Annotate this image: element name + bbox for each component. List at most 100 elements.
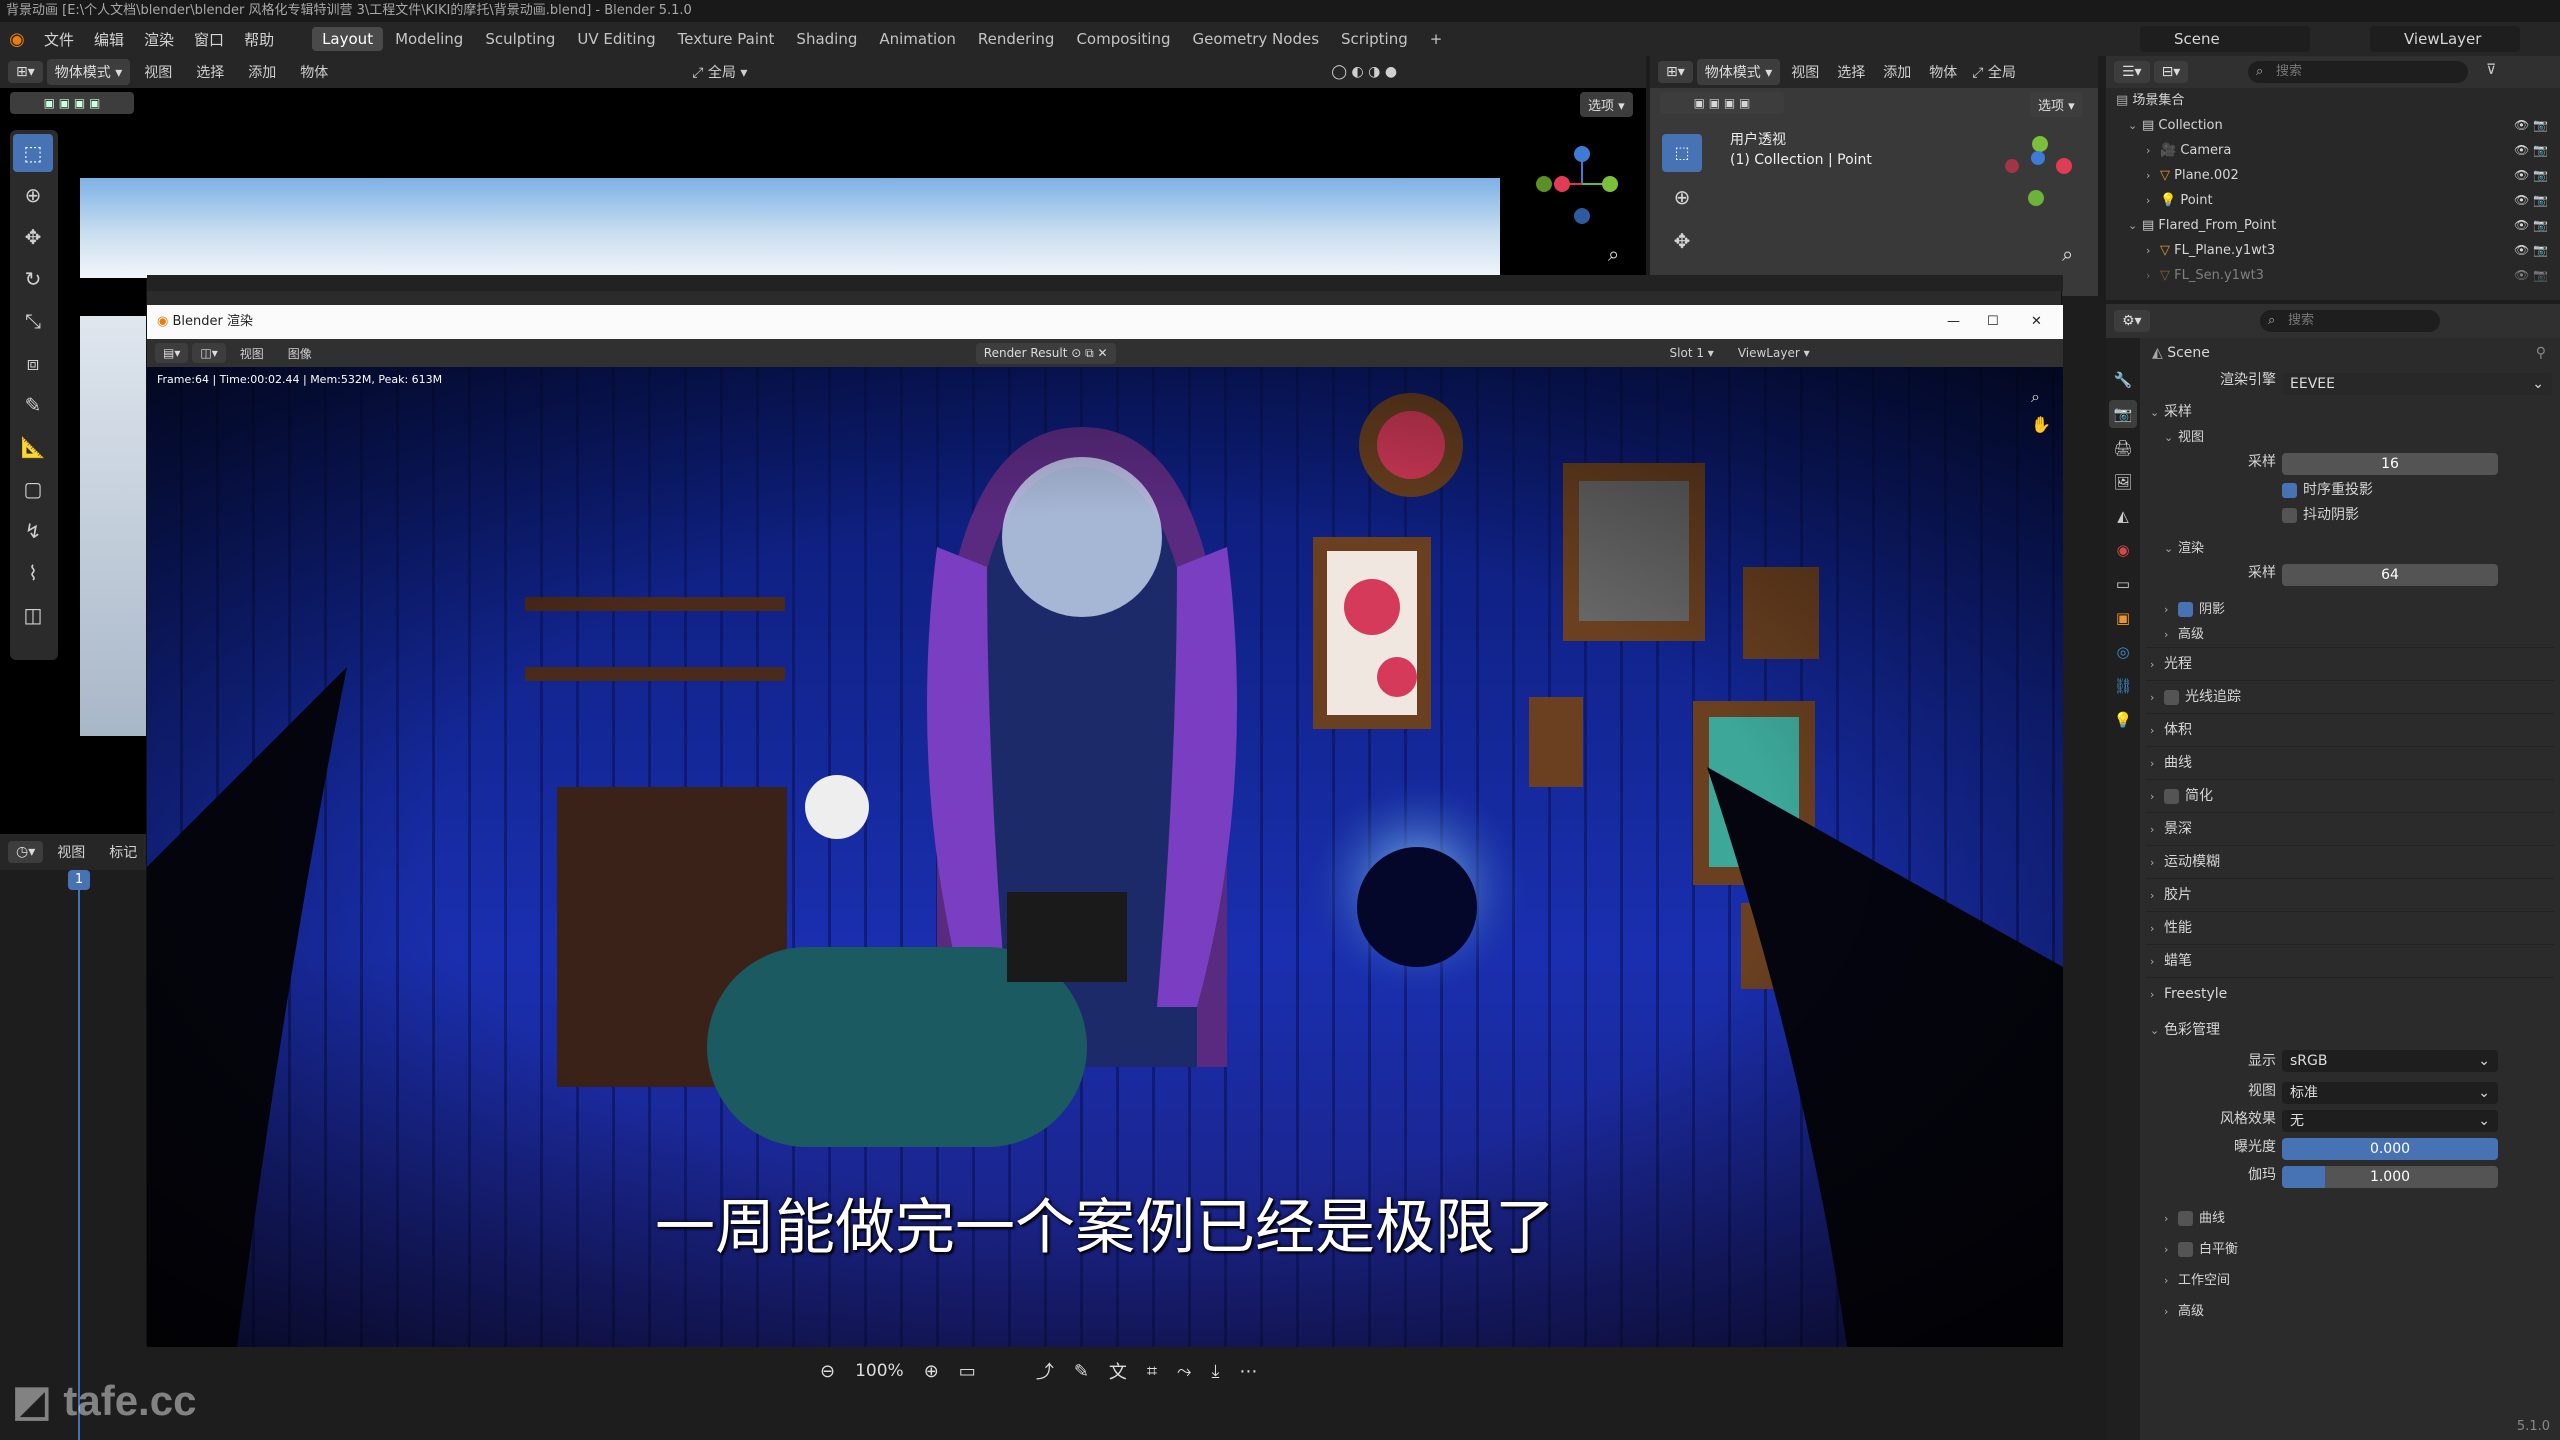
temporal-reprojection-checkbox[interactable]	[2282, 482, 2297, 498]
outliner-item[interactable]: › ▽ Plane.002 👁 📷	[2106, 163, 2560, 188]
slot-dropdown[interactable]: Slot 1 ▾	[1660, 346, 1724, 360]
expand-chevron-icon[interactable]: ⌄	[2128, 113, 2142, 138]
workspace-tab-geometry-nodes[interactable]: Geometry Nodes	[1182, 27, 1329, 51]
outliner-scene-collection[interactable]: ▤ 场景集合	[2106, 88, 2560, 113]
view-layer-tab[interactable]: 🖼	[2109, 468, 2137, 496]
gamma-slider[interactable]: 1.000	[2282, 1166, 2498, 1188]
minimize-button[interactable]: —	[1947, 305, 1960, 339]
menu-window[interactable]: 窗口	[184, 29, 234, 50]
workspace-tab-scripting[interactable]: Scripting	[1331, 27, 1418, 51]
output-properties-tab[interactable]: 🖨	[2109, 434, 2137, 462]
viewport2-menu-view[interactable]: 视图	[1784, 62, 1826, 82]
outliner-item[interactable]: › 💡 Point 👁 📷	[2106, 188, 2560, 213]
select-mode-buttons[interactable]: ▣ ▣ ▣ ▣	[10, 92, 134, 114]
object-properties-tab[interactable]: ▣	[2109, 604, 2137, 632]
add-object-tool[interactable]: ◫	[13, 596, 53, 634]
image-menu-view[interactable]: 视图	[230, 345, 274, 362]
panel-header[interactable]: › 运动模糊	[2146, 845, 2554, 878]
render-subpanel-header[interactable]: ⌄ 渲染	[2146, 536, 2554, 561]
workspace-tab-modeling[interactable]: Modeling	[385, 27, 473, 51]
transform-orientation-dropdown[interactable]: ⤢ 全局 ▾	[682, 62, 757, 82]
subpanel-enable-checkbox[interactable]	[2178, 1242, 2193, 1257]
expand-chevron-icon[interactable]: ›	[2146, 188, 2160, 213]
download-icon[interactable]: ⤓	[1211, 1361, 1219, 1382]
viewport2-menu-select[interactable]: 选择	[1830, 62, 1872, 82]
collection-properties-tab[interactable]: ▭	[2109, 570, 2137, 598]
color-management-subpanel[interactable]: › 高级	[2146, 1296, 2554, 1327]
shadows-subpanel[interactable]: › 阴影	[2146, 597, 2554, 622]
cursor-tool[interactable]: ⊕	[13, 176, 53, 214]
mode-dropdown[interactable]: 物体模式 ▾	[46, 59, 131, 85]
viewport2-select-tool[interactable]: ⬚	[1662, 134, 1702, 172]
render-engine-dropdown[interactable]: EEVEE ⌄	[2282, 373, 2552, 395]
timeline-menu-marker[interactable]: 标记	[99, 842, 147, 862]
render-result-selector[interactable]: Render Result ⊙ ⧉ ✕	[975, 342, 1116, 364]
expand-chevron-icon[interactable]: ›	[2146, 163, 2160, 188]
menu-object[interactable]: 物体	[290, 62, 338, 82]
jitter-shadows-row[interactable]: 抖动阴影	[2146, 503, 2554, 528]
viewlayer-selector[interactable]: ViewLayer	[2370, 26, 2520, 52]
actual-size-icon[interactable]: ▭	[959, 1361, 976, 1382]
world-properties-tab[interactable]: ◉	[2109, 536, 2137, 564]
panel-header[interactable]: › 体积	[2146, 713, 2554, 746]
panel-header[interactable]: › Freestyle	[2146, 977, 2554, 1010]
timeline-menu-view[interactable]: 视图	[47, 842, 95, 862]
editor-type-button[interactable]: ⊞▾	[8, 61, 43, 83]
visibility-toggle-icon[interactable]: 👁 📷	[2514, 113, 2548, 138]
image-menu-image[interactable]: 图像	[278, 345, 322, 362]
viewport2-menu-add[interactable]: 添加	[1876, 62, 1918, 82]
outliner-item[interactable]: ⌄ ▤ Flared_From_Point 👁 📷	[2106, 213, 2560, 238]
panel-header[interactable]: › 简化	[2146, 779, 2554, 812]
properties-editor-type-button[interactable]: ⚙▾	[2114, 310, 2150, 332]
crop-icon[interactable]: ⌗	[1147, 1361, 1157, 1382]
light-data-tab[interactable]: 💡	[2109, 706, 2137, 734]
add-workspace-button[interactable]: +	[1420, 27, 1453, 51]
panel-enable-checkbox[interactable]	[2164, 788, 2179, 804]
workspace-tab-sculpting[interactable]: Sculpting	[475, 27, 565, 51]
shadows-checkbox[interactable]	[2178, 602, 2193, 617]
edge-tool[interactable]: ⌇	[13, 554, 53, 592]
outliner-item[interactable]: › ▽ FL_Sen.y1wt3 👁 📷	[2106, 263, 2560, 288]
constraints-properties-tab[interactable]: ⛓	[2109, 672, 2137, 700]
expand-chevron-icon[interactable]: ›	[2146, 138, 2160, 163]
edit-icon[interactable]: ✎	[1074, 1361, 1089, 1382]
visibility-toggle-icon[interactable]: 👁 📷	[2514, 138, 2548, 163]
scene-selector[interactable]: Scene	[2140, 26, 2310, 52]
physics-properties-tab[interactable]: ◎	[2109, 638, 2137, 666]
workspace-tab-texture-paint[interactable]: Texture Paint	[668, 27, 785, 51]
rotate-icon[interactable]: ⤴	[1036, 1358, 1054, 1384]
close-window-button[interactable]: ✕	[2031, 305, 2042, 339]
render-window[interactable]: ◉ Blender 渲染 — ☐ ✕ ▤▾ ◫▾ 视图 图像 Render Re…	[146, 275, 2063, 1347]
visibility-toggle-icon[interactable]: 👁 📷	[2514, 238, 2548, 263]
pin-icon[interactable]: ⚲	[2536, 338, 2546, 368]
render-properties-tab[interactable]: 📷	[2109, 400, 2137, 428]
image-zoom-icon[interactable]: ⌕	[2031, 387, 2040, 407]
viewport2-zoom-icon[interactable]: ⌕	[2062, 242, 2073, 266]
share-icon[interactable]: ⤳	[1177, 1361, 1191, 1382]
viewport2-orientation[interactable]: ⤢ 全局	[1968, 62, 2020, 82]
outliner-editor-type-button[interactable]: ☰▾	[2114, 61, 2150, 83]
viewport-samples-field[interactable]: 16	[2282, 453, 2498, 475]
outliner-item[interactable]: › ▽ FL_Plane.y1wt3 👁 📷	[2106, 238, 2560, 263]
viewport2-cursor-tool[interactable]: ⊕	[1662, 178, 1702, 216]
more-icon[interactable]: ⋯	[1239, 1361, 1257, 1382]
outliner-display-mode-button[interactable]: ⊟▾	[2153, 61, 2189, 83]
image-editor-type-button[interactable]: ▤▾	[155, 343, 189, 363]
render-samples-field[interactable]: 64	[2282, 564, 2498, 586]
expand-chevron-icon[interactable]: ›	[2146, 238, 2160, 263]
subpanel-enable-checkbox[interactable]	[2178, 1211, 2193, 1226]
viewport2-mode-dropdown[interactable]: 物体模式 ▾	[1696, 59, 1781, 85]
visibility-toggle-icon[interactable]: 👁 📷	[2514, 263, 2548, 288]
outliner-item[interactable]: ⌄ ▤ Collection 👁 📷	[2106, 113, 2560, 138]
workspace-tab-shading[interactable]: Shading	[786, 27, 867, 51]
menu-add[interactable]: 添加	[238, 62, 286, 82]
menu-view[interactable]: 视图	[134, 62, 182, 82]
viewport2-menu-object[interactable]: 物体	[1922, 62, 1964, 82]
viewport2-select-mode-buttons[interactable]: ▣ ▣ ▣ ▣	[1660, 92, 1784, 114]
measure-tool[interactable]: 📐	[13, 428, 53, 466]
render-viewlayer-dropdown[interactable]: ViewLayer ▾	[1728, 346, 1820, 360]
look-dropdown[interactable]: 无 ⌄	[2282, 1110, 2498, 1132]
panel-header[interactable]: › 胶片	[2146, 878, 2554, 911]
tool-properties-tab[interactable]: 🔧	[2109, 366, 2137, 394]
panel-header[interactable]: › 光程	[2146, 647, 2554, 680]
